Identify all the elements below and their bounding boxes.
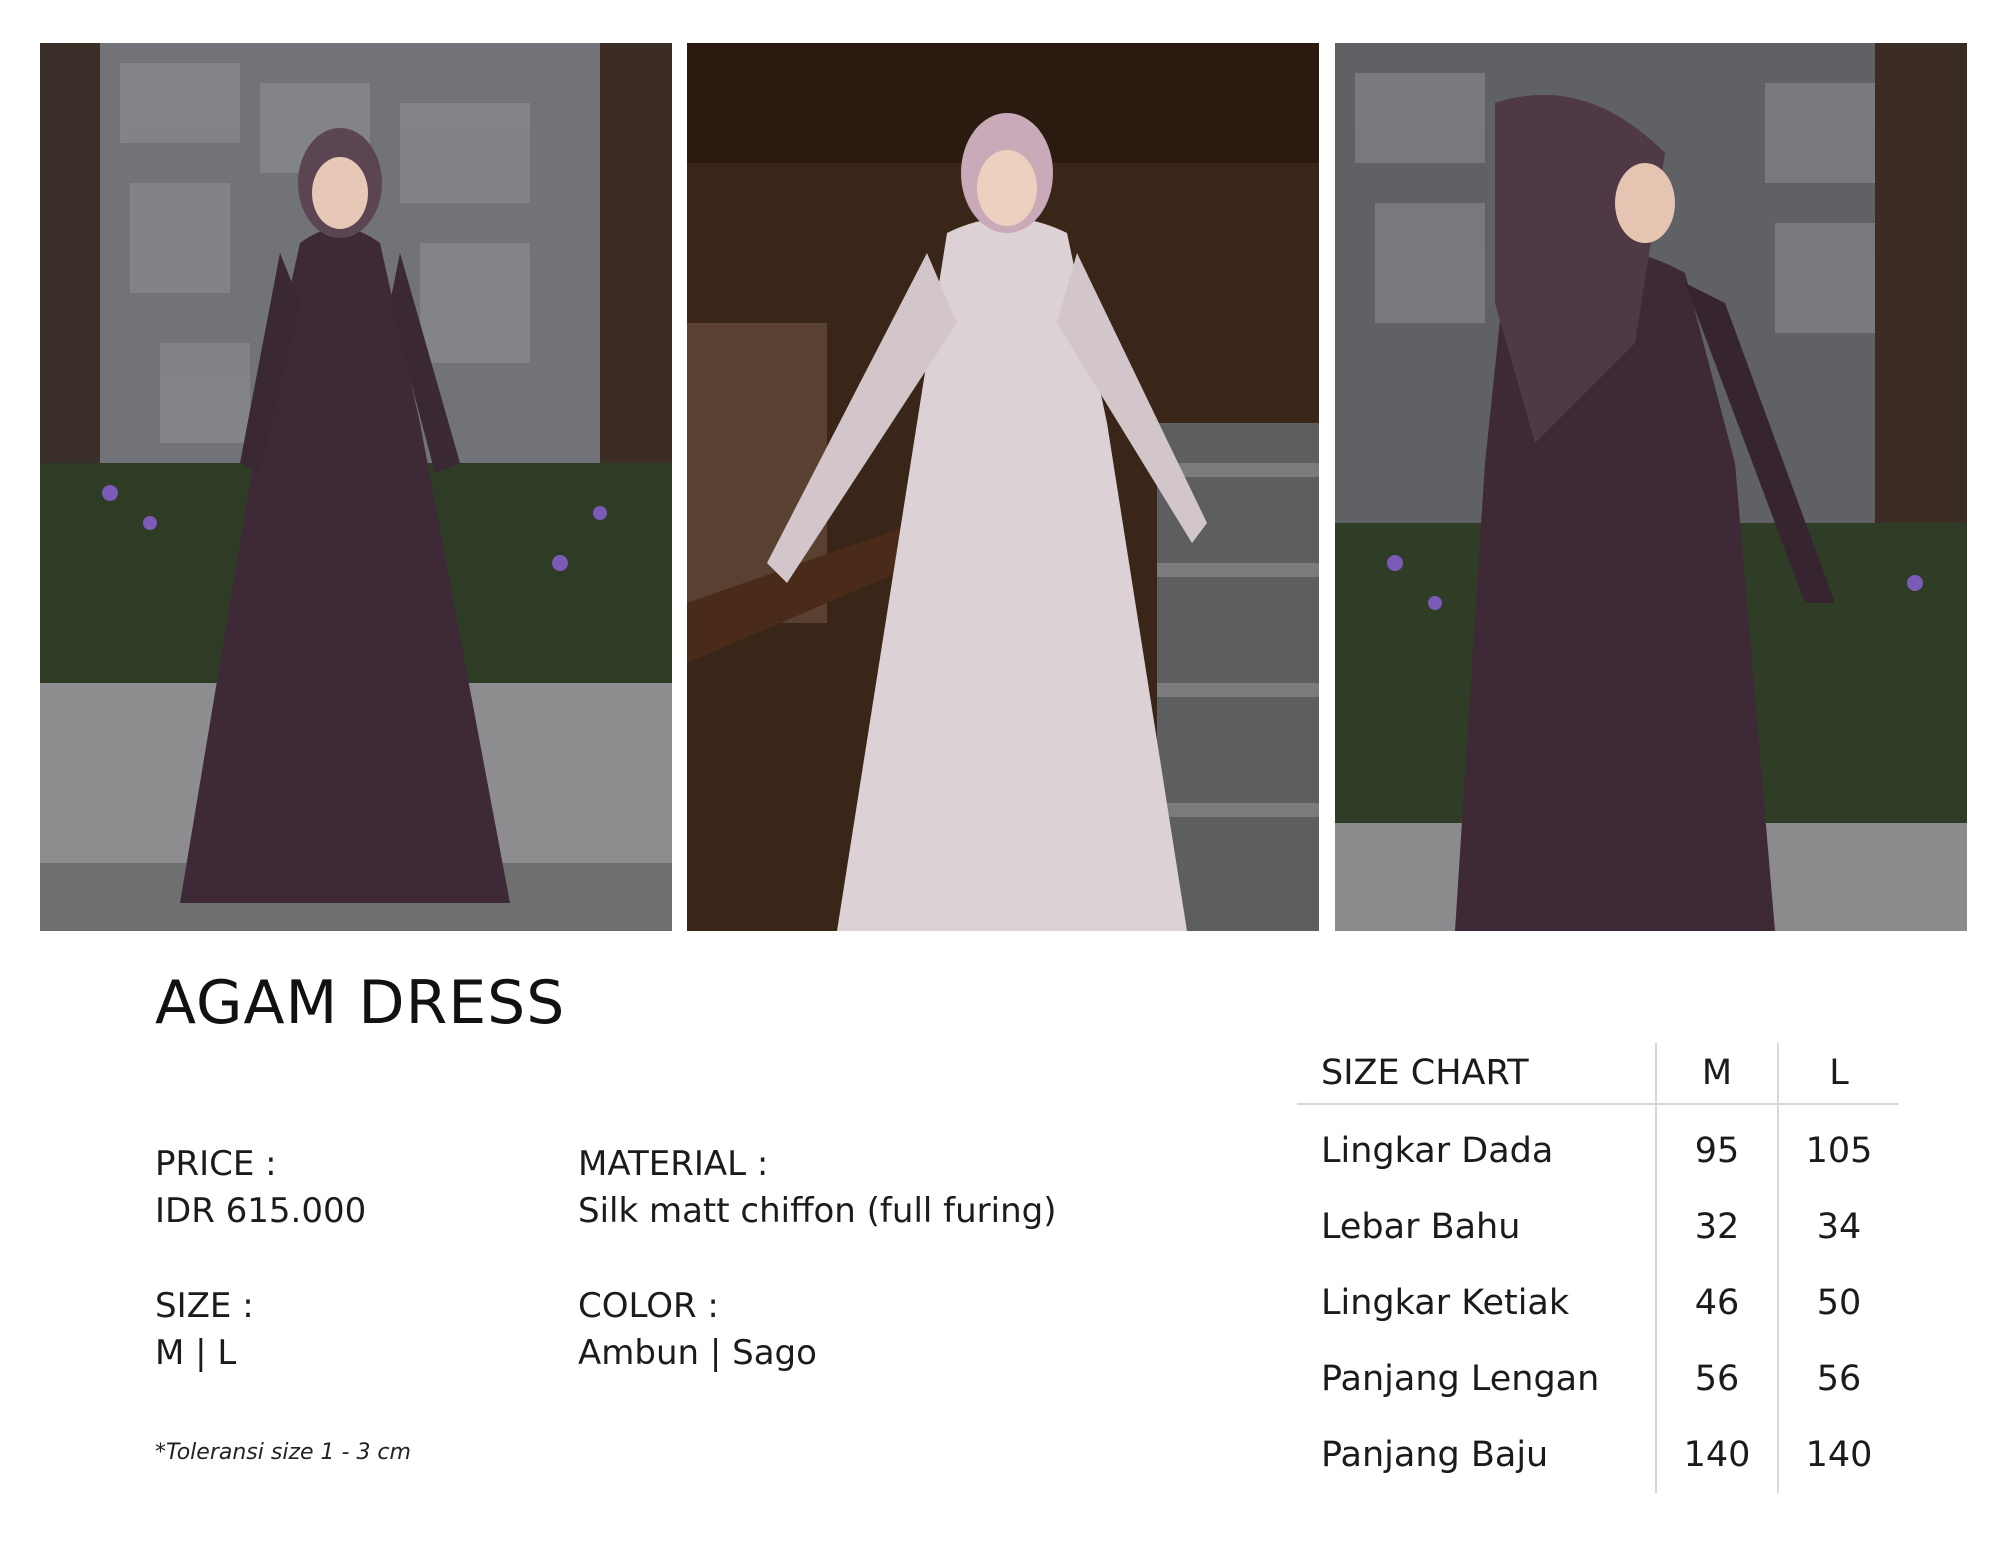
measurement-l: 56	[1777, 1341, 1899, 1417]
material-label: MATERIAL :	[578, 1144, 769, 1184]
material-block: MATERIAL : Silk matt chiffon (full furin…	[578, 1141, 1057, 1235]
size-chart: SIZE CHART M L Lingkar Dada 95 105 Lebar…	[1297, 1043, 1899, 1493]
measurement-name: Lingkar Ketiak	[1321, 1283, 1570, 1323]
price-value: IDR 615.000	[155, 1191, 367, 1231]
table-row: Panjang Baju 140 140	[1297, 1417, 1899, 1493]
size-column-l: L	[1777, 1043, 1899, 1105]
measurement-name: Lingkar Dada	[1321, 1131, 1554, 1171]
color-value: Ambun | Sago	[578, 1333, 817, 1373]
product-photo-front-sago	[40, 43, 672, 931]
product-photo-back-sago	[1335, 43, 1967, 931]
material-value: Silk matt chiffon (full furing)	[578, 1191, 1057, 1231]
measurement-m: 140	[1655, 1417, 1778, 1493]
size-tolerance-note: *Toleransi size 1 - 3 cm	[155, 1440, 411, 1465]
measurement-name: Panjang Lengan	[1321, 1359, 1600, 1399]
measurement-name: Panjang Baju	[1321, 1435, 1549, 1475]
size-label: SIZE :	[155, 1286, 254, 1326]
price-label: PRICE :	[155, 1144, 277, 1184]
table-row: Panjang Lengan 56 56	[1297, 1341, 1899, 1417]
table-row: Lebar Bahu 32 34	[1297, 1189, 1899, 1265]
size-chart-header: SIZE CHART	[1297, 1043, 1656, 1105]
measurement-name: Lebar Bahu	[1321, 1207, 1521, 1247]
color-block: COLOR : Ambun | Sago	[578, 1283, 817, 1377]
measurement-m: 56	[1655, 1341, 1778, 1417]
measurement-l: 105	[1777, 1104, 1899, 1189]
measurement-m: 32	[1655, 1189, 1778, 1265]
table-row: Lingkar Ketiak 46 50	[1297, 1265, 1899, 1341]
size-value: M | L	[155, 1333, 237, 1373]
price-block: PRICE : IDR 615.000	[155, 1141, 366, 1235]
measurement-l: 140	[1777, 1417, 1899, 1493]
measurement-m: 95	[1655, 1104, 1778, 1189]
measurement-l: 50	[1777, 1265, 1899, 1341]
size-block: SIZE : M | L	[155, 1283, 254, 1377]
size-chart-table: SIZE CHART M L Lingkar Dada 95 105 Lebar…	[1297, 1043, 1899, 1493]
product-photo-front-ambun	[687, 43, 1319, 931]
color-label: COLOR :	[578, 1286, 719, 1326]
measurement-l: 34	[1777, 1189, 1899, 1265]
measurement-m: 46	[1655, 1265, 1778, 1341]
table-row: Lingkar Dada 95 105	[1297, 1104, 1899, 1189]
product-title: AGAM DRESS	[155, 968, 566, 1038]
product-photo-gallery	[40, 43, 1968, 931]
size-chart-header-row: SIZE CHART M L	[1297, 1043, 1899, 1105]
size-column-m: M	[1655, 1043, 1778, 1105]
